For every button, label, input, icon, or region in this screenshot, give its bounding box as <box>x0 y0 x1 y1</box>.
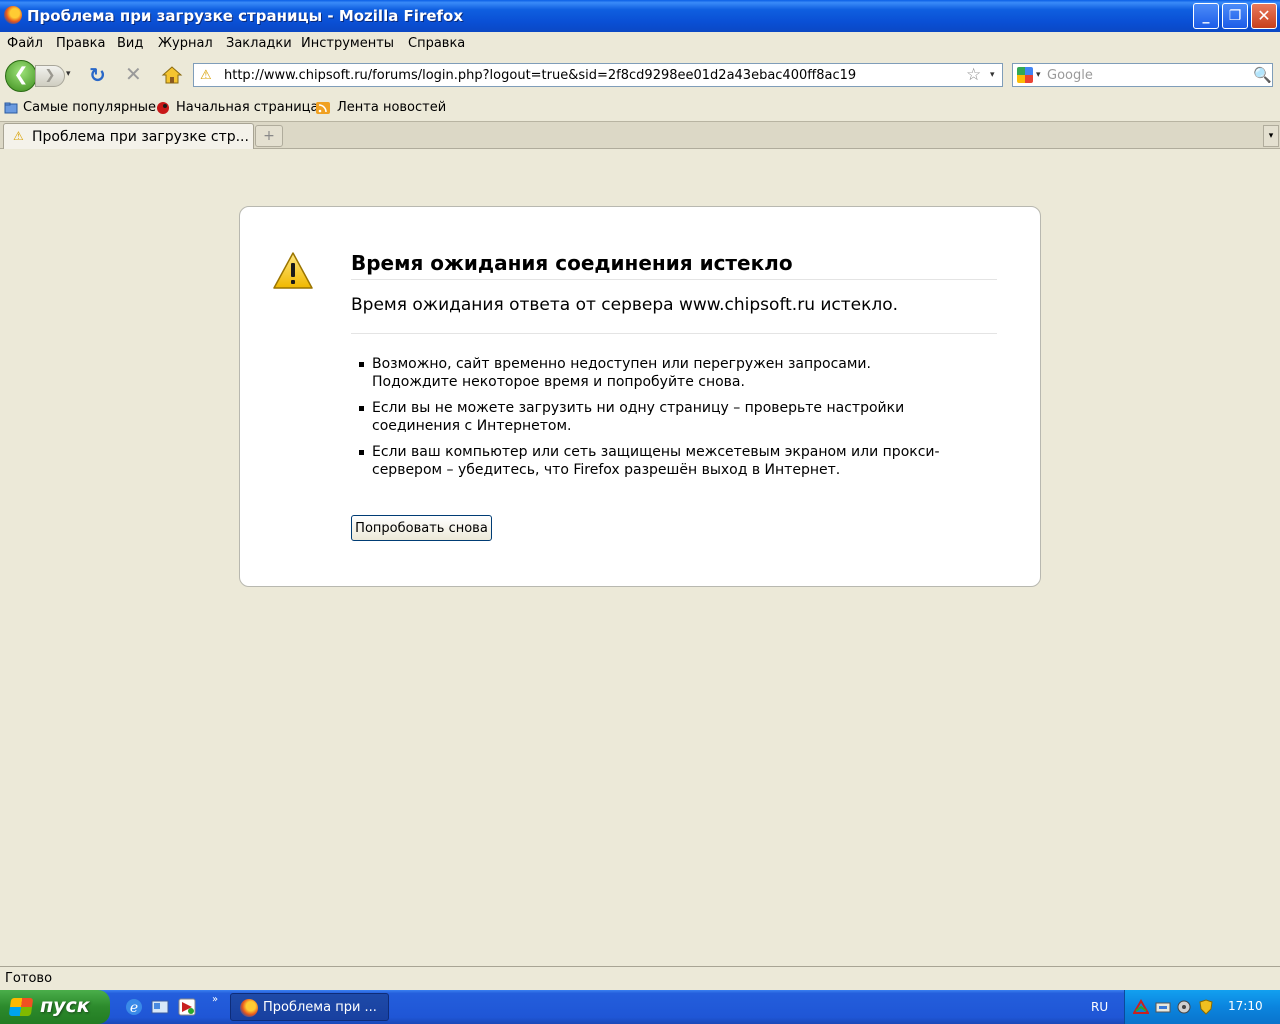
home-page-icon <box>157 102 169 114</box>
warning-icon: ⚠ <box>13 129 24 143</box>
maximize-button[interactable]: ❐ <box>1222 3 1248 29</box>
antivirus-tray-icon[interactable] <box>1133 999 1149 1015</box>
clock: 17:10 <box>1228 999 1263 1013</box>
media-app-icon[interactable] <box>177 997 197 1017</box>
back-button[interactable]: ❮ <box>5 60 37 92</box>
google-icon[interactable] <box>1017 67 1033 83</box>
error-title: Время ожидания соединения истекло <box>351 251 997 280</box>
list-item: Если ваш компьютер или сеть защищены меж… <box>359 443 959 479</box>
bookmarks-toolbar: Самые популярные Начальная страница Лент… <box>0 96 1280 120</box>
error-suggestions: Возможно, сайт временно недоступен или п… <box>359 355 959 487</box>
forward-button[interactable]: ❯ <box>35 65 65 87</box>
tab-list-button[interactable]: ▾ <box>1263 125 1279 147</box>
svg-text:e: e <box>130 1000 138 1016</box>
folder-icon <box>4 102 18 114</box>
tab-active[interactable]: ⚠ Проблема при загрузке стр... <box>3 123 254 149</box>
page-content: Время ожидания соединения истекло Время … <box>0 150 1280 966</box>
menu-help[interactable]: Справка <box>408 36 465 51</box>
menu-tools[interactable]: Инструменты <box>301 36 394 51</box>
stop-button[interactable]: ✕ <box>125 64 142 84</box>
taskbar: пуск e » Проблема при ... RU 17:10 <box>0 990 1280 1024</box>
search-bar[interactable]: ▾ Google 🔍 <box>1012 63 1273 87</box>
list-item: Возможно, сайт временно недоступен или п… <box>359 355 959 391</box>
error-description: Время ожидания ответа от сервера www.chi… <box>351 295 997 334</box>
reload-button[interactable]: ↻ <box>89 65 106 85</box>
menu-view[interactable]: Вид <box>117 36 143 51</box>
network-tray-icon[interactable] <box>1155 999 1171 1015</box>
retry-button[interactable]: Попробовать снова <box>351 515 492 541</box>
close-button[interactable]: ✕ <box>1251 3 1277 29</box>
status-text: Готово <box>5 971 53 986</box>
url-text[interactable]: http://www.chipsoft.ru/forums/login.php?… <box>224 68 856 83</box>
quicklaunch-more-icon[interactable]: » <box>212 994 218 1005</box>
volume-tray-icon[interactable] <box>1176 999 1192 1015</box>
language-indicator[interactable]: RU <box>1091 1000 1108 1014</box>
menu-file[interactable]: Файл <box>7 36 43 51</box>
taskbar-firefox-label: Проблема при ... <box>263 1000 377 1015</box>
url-bar[interactable]: ⚠ http://www.chipsoft.ru/forums/login.ph… <box>193 63 1003 87</box>
error-box: Время ожидания соединения истекло Время … <box>239 206 1041 587</box>
firefox-icon <box>240 999 258 1017</box>
navigation-toolbar: ❮ ❯ ▾ ↻ ✕ ⚠ http://www.chipsoft.ru/forum… <box>0 56 1280 96</box>
menu-bar: Файл Правка Вид Журнал Закладки Инструме… <box>0 32 1280 56</box>
minimize-button[interactable]: _ <box>1193 3 1219 29</box>
menu-edit[interactable]: Правка <box>56 36 105 51</box>
firefox-icon <box>4 6 22 24</box>
bookmark-most-visited[interactable]: Самые популярные <box>23 100 156 115</box>
windows-flag-icon <box>8 998 34 1016</box>
start-label: пуск <box>40 995 90 1017</box>
rss-feed-icon <box>316 102 330 114</box>
window-title: Проблема при загрузке страницы - Mozilla… <box>27 7 464 25</box>
history-dropdown-icon[interactable]: ▾ <box>66 69 71 79</box>
tab-strip: ⚠ Проблема при загрузке стр... + ▾ <box>0 121 1280 149</box>
warning-icon <box>273 252 313 289</box>
tab-label: Проблема при загрузке стр... <box>32 129 249 145</box>
list-item: Если вы не можете загрузить ни одну стра… <box>359 399 959 435</box>
window-titlebar[interactable]: Проблема при загрузке страницы - Mozilla… <box>0 0 1280 32</box>
search-placeholder[interactable]: Google <box>1047 68 1093 83</box>
warning-icon: ⚠ <box>200 68 212 83</box>
show-desktop-icon[interactable] <box>150 997 170 1017</box>
menu-history[interactable]: Журнал <box>158 36 213 51</box>
bookmark-start-page[interactable]: Начальная страница <box>176 100 318 115</box>
search-icon[interactable]: 🔍 <box>1253 66 1272 84</box>
search-engine-dropdown-icon[interactable]: ▾ <box>1036 70 1041 80</box>
bookmark-star-icon[interactable]: ☆ <box>966 65 981 85</box>
start-button[interactable]: пуск <box>0 990 110 1024</box>
internet-explorer-icon[interactable]: e <box>124 997 144 1017</box>
home-icon[interactable] <box>161 65 183 85</box>
bookmark-news-feed[interactable]: Лента новостей <box>337 100 446 115</box>
security-shield-icon[interactable] <box>1198 999 1214 1015</box>
menu-bookmarks[interactable]: Закладки <box>226 36 292 51</box>
status-bar: Готово <box>0 966 1280 990</box>
taskbar-firefox-button[interactable]: Проблема при ... <box>230 993 389 1021</box>
url-dropdown-icon[interactable]: ▾ <box>990 70 995 80</box>
new-tab-button[interactable]: + <box>255 125 283 147</box>
